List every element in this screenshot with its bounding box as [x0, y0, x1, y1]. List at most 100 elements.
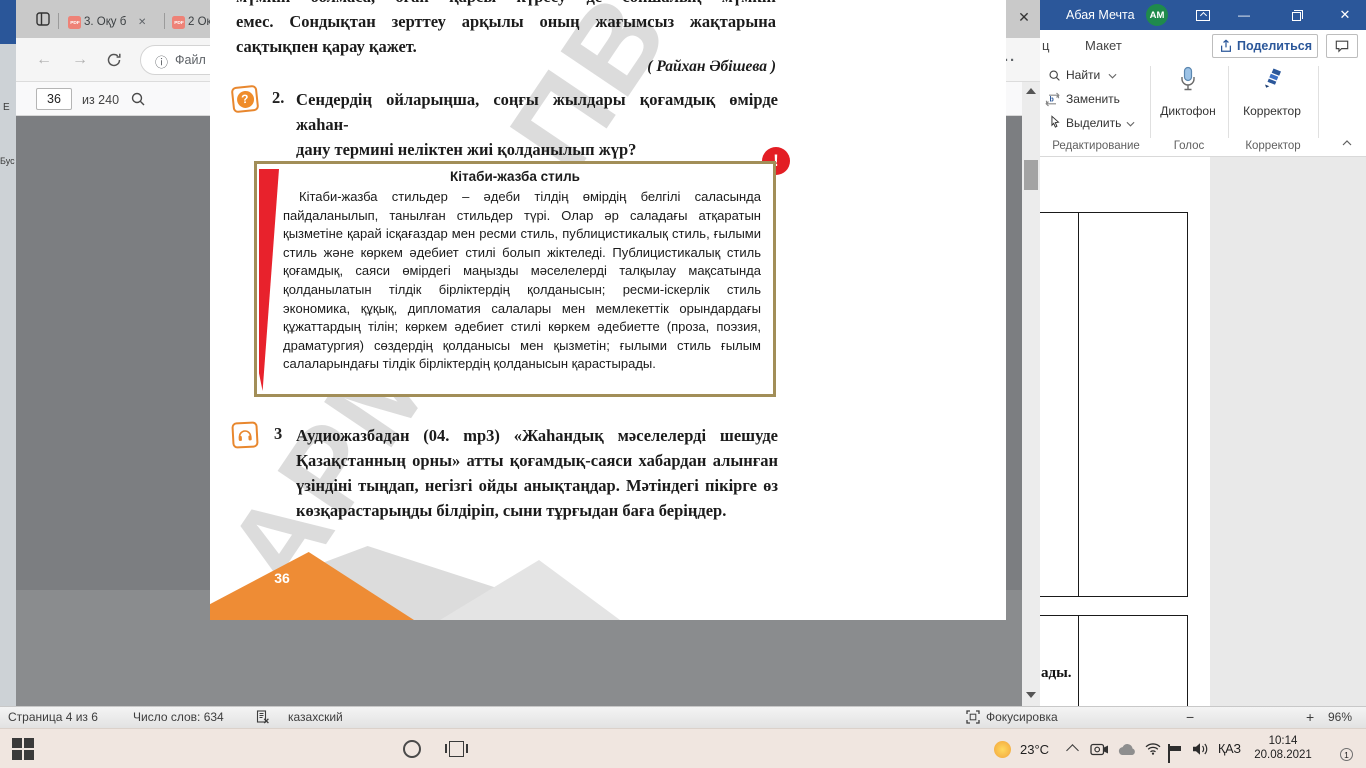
pdf-page: АРМАН-ПВ бас мүмкін болмаса, оған қарсы … [210, 0, 1006, 620]
clock[interactable]: 10:14 20.08.2021 [1250, 734, 1316, 762]
select-pointer-icon [1048, 115, 1062, 129]
word-restore-button[interactable] [1277, 0, 1315, 30]
tab-close-icon[interactable]: ✕ [138, 17, 146, 28]
table-border [1187, 615, 1188, 706]
pdf-search-icon[interactable] [130, 91, 146, 107]
paragraph: мүмкін болмаса, оған қарсы күресу де сон… [236, 0, 776, 59]
background-window-titlebar [0, 0, 16, 44]
background-window-text-fragment: Бус [0, 156, 15, 166]
background-window-strip: Е Бус [0, 0, 16, 706]
word-page [1040, 157, 1210, 706]
table-border [1187, 212, 1188, 596]
clock-date: 20.08.2021 [1254, 749, 1312, 761]
browser-tab[interactable]: PDF 3. Оқу б ✕ [62, 6, 162, 38]
task-number: 2. [272, 88, 285, 107]
zoom-in-button[interactable]: + [1306, 709, 1314, 725]
table-border [1078, 212, 1079, 596]
info-box-title: Кітаби-жазба стиль [450, 169, 580, 184]
info-icon[interactable]: ⓘ [155, 52, 168, 71]
zoom-level[interactable]: 96% [1328, 710, 1352, 724]
cortana-button[interactable] [394, 735, 430, 763]
word-minimize-button[interactable]: — [1225, 0, 1263, 30]
proofing-icon[interactable] [256, 710, 270, 724]
meet-now-icon[interactable] [1090, 743, 1109, 756]
ribbon-tab-layout[interactable]: Макет [1085, 38, 1122, 53]
address-scheme-label: Файл [175, 53, 206, 67]
avatar[interactable]: АМ [1146, 4, 1168, 26]
comment-icon [1335, 39, 1349, 53]
volume-icon[interactable] [1192, 742, 1210, 756]
refresh-icon[interactable] [106, 52, 122, 68]
taskbar: Введите здесь текст для поиска Y B. W [0, 728, 1366, 768]
share-button[interactable]: Поделиться [1212, 34, 1318, 58]
weather-sun-icon[interactable] [994, 741, 1011, 758]
weather-temperature[interactable]: 23°C [1020, 742, 1049, 757]
editor-button[interactable]: Корректор [1240, 104, 1304, 118]
status-language[interactable]: казахский [288, 710, 343, 724]
focus-mode-button[interactable]: Фокусировка [986, 710, 1058, 724]
ribbon-display-options-button[interactable] [1186, 0, 1220, 30]
ribbon-group-label: Редактирование [1052, 140, 1140, 152]
tray-expand-icon[interactable] [1066, 744, 1079, 757]
ribbon-group-separator [1318, 66, 1319, 138]
scroll-down-icon[interactable] [1026, 692, 1036, 698]
ribbon-group-separator [1150, 66, 1151, 138]
wifi-icon[interactable] [1145, 743, 1161, 755]
table-border [1078, 615, 1079, 706]
collapse-ribbon-icon[interactable] [1342, 140, 1352, 146]
tab-actions-icon[interactable] [36, 12, 50, 26]
chevron-down-icon [1108, 73, 1117, 79]
restore-icon [1291, 9, 1303, 21]
status-word-count[interactable]: Число слов: 634 [133, 710, 224, 724]
paragraph-line: мүмкін болмаса, оған қарсы күресу де сон… [236, 0, 776, 9]
chevron-down-icon [1126, 121, 1135, 127]
forward-button[interactable]: → [66, 46, 94, 74]
scroll-up-icon[interactable] [1026, 88, 1036, 94]
table-border [1040, 615, 1188, 616]
tab-separator [58, 13, 59, 29]
word-document-area[interactable]: ады. [1040, 157, 1366, 706]
editor-pen-icon [1260, 66, 1284, 90]
replace-button[interactable]: Заменить [1066, 92, 1120, 106]
pdf-page-input[interactable] [36, 88, 72, 110]
battery-icon[interactable] [1168, 744, 1170, 763]
word-doc-text-fragment: ады. [1041, 665, 1072, 681]
ribbon-tab-fragment[interactable]: ц [1042, 38, 1049, 53]
onedrive-cloud-icon[interactable] [1117, 743, 1137, 756]
pdf-file-icon: PDF [172, 15, 185, 29]
ribbon-display-options-icon [1196, 9, 1210, 21]
page-number: 36 [274, 570, 290, 586]
comments-button[interactable] [1326, 34, 1358, 58]
select-button[interactable]: Выделить [1066, 116, 1121, 130]
dictate-button[interactable]: Диктофон [1158, 104, 1218, 118]
table-border [1040, 212, 1188, 213]
audio-sticker-icon [231, 421, 259, 449]
find-button[interactable]: Найти [1066, 68, 1100, 82]
pdf-page-total: из 240 [82, 93, 120, 107]
task-number: 3 [274, 424, 283, 443]
pdf-scrollbar[interactable] [1022, 82, 1040, 706]
language-indicator[interactable]: ҚАЗ [1218, 742, 1241, 756]
find-icon [1048, 69, 1061, 82]
table-border [1040, 596, 1188, 597]
browser-close-button[interactable]: ✕ [1006, 2, 1042, 32]
word-account-name: Абая Мечта [1066, 8, 1135, 22]
scrollbar-thumb[interactable] [1024, 160, 1038, 190]
windows-logo-icon [12, 738, 34, 760]
paragraph-line: сақтықпен қарау қажет. [236, 37, 417, 56]
task-view-icon [444, 741, 468, 757]
ribbon-group-label: Голос [1173, 140, 1205, 152]
share-button-label: Поделиться [1237, 39, 1313, 53]
replace-icon [1044, 92, 1061, 107]
start-button[interactable] [8, 735, 38, 763]
clock-time: 10:14 [1268, 735, 1298, 747]
zoom-out-button[interactable]: − [1186, 709, 1194, 725]
word-close-button[interactable]: ✕ [1324, 0, 1366, 30]
desktop: Е Бус Абая Мечта АМ — ✕ ц Макет Поделить… [0, 0, 1366, 768]
status-page-count[interactable]: Страница 4 из 6 [8, 710, 98, 724]
info-box-body: Кітаби-жазба стильдер – әдеби тілдің өмі… [283, 189, 761, 372]
task-view-button[interactable] [438, 735, 474, 763]
word-status-bar: Страница 4 из 6 Число слов: 634 казахски… [0, 706, 1366, 728]
headphones-icon [237, 427, 254, 444]
back-button[interactable]: ← [30, 46, 58, 74]
